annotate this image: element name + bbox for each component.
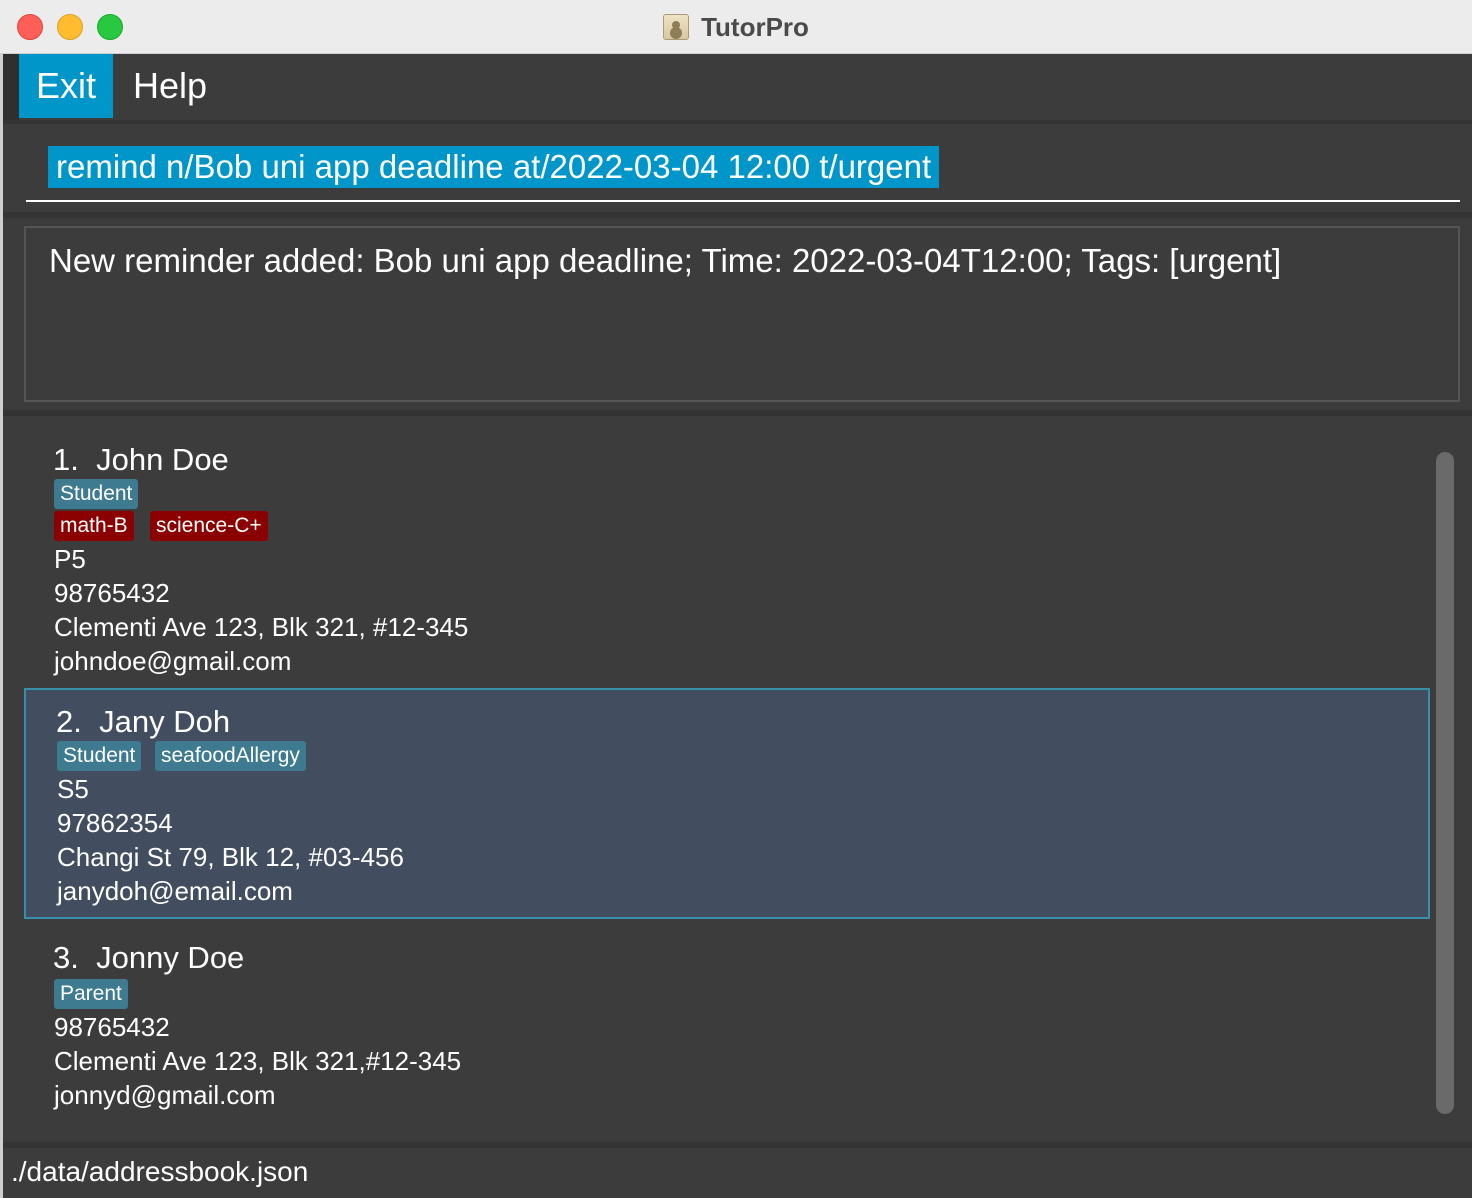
grade-tag: science-C+ bbox=[150, 511, 268, 541]
status-bar: ./data/addressbook.json bbox=[3, 1148, 1472, 1198]
person-list[interactable]: 1. John Doe Student math-B science-C+ P5… bbox=[24, 436, 1430, 1126]
list-scrollbar[interactable] bbox=[1432, 436, 1456, 1126]
divider bbox=[3, 212, 1472, 218]
person-index: 2. bbox=[56, 704, 82, 739]
person-name: 1. John Doe bbox=[53, 442, 229, 478]
person-name-text: Jonny Doe bbox=[96, 940, 245, 975]
command-input-selected-text: remind n/Bob uni app deadline at/2022-03… bbox=[48, 146, 940, 188]
person-level: P5 bbox=[54, 544, 86, 574]
menu-exit[interactable]: Exit bbox=[19, 54, 114, 118]
command-box: remind n/Bob uni app deadline at/2022-03… bbox=[3, 124, 1472, 212]
person-name: 2. Jany Doh bbox=[56, 704, 230, 740]
result-display[interactable]: New reminder added: Bob uni app deadline… bbox=[24, 226, 1460, 402]
person-level: S5 bbox=[57, 774, 89, 804]
person-name: 3. Jonny Doe bbox=[53, 940, 244, 976]
person-phone: 98765432 bbox=[54, 1012, 170, 1042]
person-card[interactable]: 3. Jonny Doe Parent 98765432 Clementi Av… bbox=[24, 919, 1430, 1126]
window-title: TutorPro bbox=[701, 11, 809, 42]
app-contact-icon bbox=[663, 14, 690, 40]
person-email: jonnyd@gmail.com bbox=[54, 1080, 276, 1110]
role-tag: Parent bbox=[54, 979, 128, 1009]
menu-help[interactable]: Help bbox=[116, 54, 224, 118]
grade-tag: math-B bbox=[54, 511, 134, 541]
list-scrollbar-thumb[interactable] bbox=[1436, 452, 1454, 1114]
person-email: johndoe@gmail.com bbox=[54, 646, 292, 676]
app-window: TutorPro Exit Help remind n/Bob uni app … bbox=[0, 0, 1472, 1198]
role-tag: Student bbox=[54, 479, 139, 509]
person-index: 3. bbox=[53, 940, 79, 975]
data-file-path: ./data/addressbook.json bbox=[11, 1156, 309, 1187]
person-name-text: Jany Doh bbox=[99, 704, 231, 739]
person-name-text: John Doe bbox=[96, 442, 229, 477]
person-card[interactable]: 1. John Doe Student math-B science-C+ P5… bbox=[24, 436, 1430, 688]
person-phone: 98765432 bbox=[54, 578, 170, 608]
person-phone: 97862354 bbox=[57, 808, 173, 838]
person-address: Clementi Ave 123, Blk 321,#12-345 bbox=[54, 1046, 462, 1076]
role-tag: seafoodAllergy bbox=[155, 741, 306, 771]
person-email: janydoh@email.com bbox=[57, 876, 293, 906]
role-tag: Student bbox=[57, 741, 142, 771]
result-message: New reminder added: Bob uni app deadline… bbox=[49, 242, 1282, 279]
window-title-group: TutorPro bbox=[0, 0, 1472, 54]
command-input[interactable]: remind n/Bob uni app deadline at/2022-03… bbox=[26, 146, 1460, 202]
person-address: Clementi Ave 123, Blk 321, #12-345 bbox=[54, 612, 469, 642]
window-left-edge bbox=[0, 54, 3, 1198]
title-bar[interactable]: TutorPro bbox=[0, 0, 1472, 54]
person-index: 1. bbox=[53, 442, 79, 477]
menu-bar: Exit Help bbox=[3, 54, 1472, 120]
person-card-selected[interactable]: 2. Jany Doh Student seafoodAllergy S5 97… bbox=[24, 688, 1430, 919]
divider bbox=[3, 410, 1472, 416]
person-address: Changi St 79, Blk 12, #03-456 bbox=[57, 842, 404, 872]
